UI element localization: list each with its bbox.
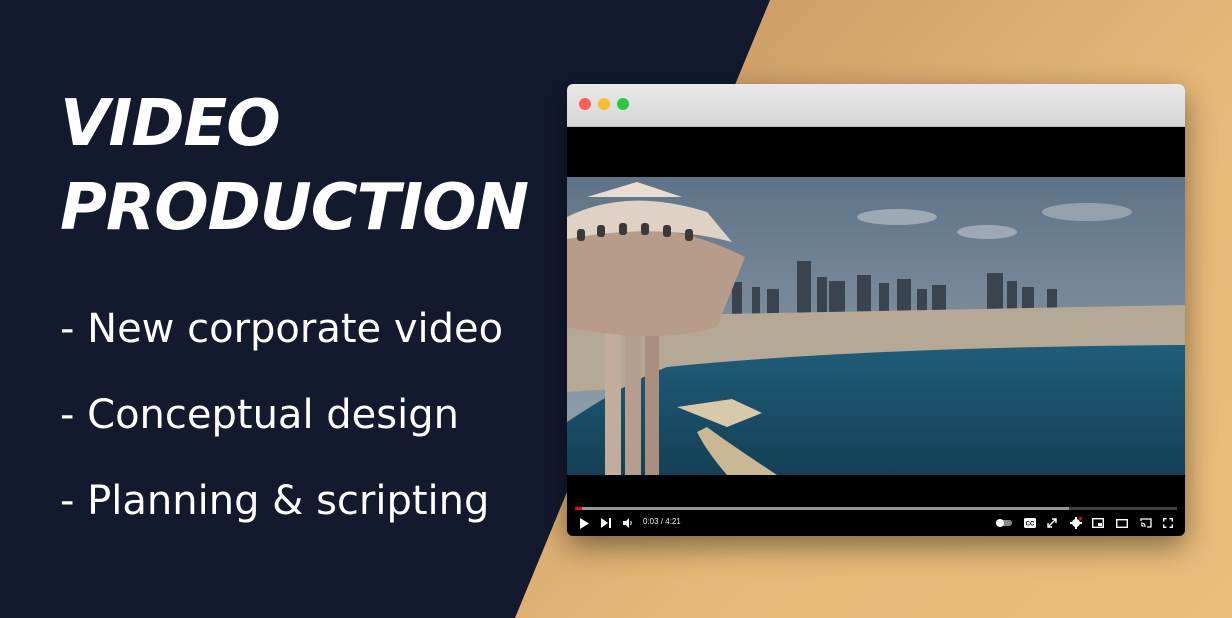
window-titlebar [567,84,1185,127]
headline-line-1: VIDEO [60,87,281,161]
feature-item-conceptual-design: - Conceptual design [60,392,459,438]
headline: VIDEO PRODUCTION [60,82,529,250]
expand-icon[interactable] [1045,514,1059,532]
time-display: 0:03 / 4:21 [643,517,681,526]
player-controls: 0:03 / 4:21 CC [567,514,1185,532]
progress-bar[interactable] [575,507,1177,510]
autoplay-toggle-icon[interactable] [995,514,1013,532]
miniplayer-icon[interactable] [1091,514,1105,532]
video-frame[interactable] [567,177,1185,475]
feature-item-corporate-video: - New corporate video [60,306,504,352]
played-indicator [575,507,583,510]
play-icon[interactable] [577,514,591,532]
time-total: 4:21 [665,517,681,526]
fullscreen-icon[interactable] [1161,514,1175,532]
browser-window: 0:03 / 4:21 CC [567,84,1185,536]
feature-list: - New corporate video - Conceptual desig… [60,286,503,544]
maximize-window-button[interactable] [617,98,629,110]
svg-text:CC: CC [1026,522,1035,528]
cast-icon[interactable] [1139,514,1153,532]
feature-item-planning-scripting: - Planning & scripting [60,478,490,524]
settings-icon[interactable] [1069,514,1083,532]
time-current: 0:03 [643,517,659,526]
buffered-indicator [575,507,1069,510]
minimize-window-button[interactable] [598,98,610,110]
headline-line-2: PRODUCTION [60,171,529,245]
next-icon[interactable] [599,514,613,532]
volume-icon[interactable] [621,514,635,532]
theater-icon[interactable] [1115,514,1129,532]
close-window-button[interactable] [579,98,591,110]
captions-icon[interactable]: CC [1023,514,1037,532]
